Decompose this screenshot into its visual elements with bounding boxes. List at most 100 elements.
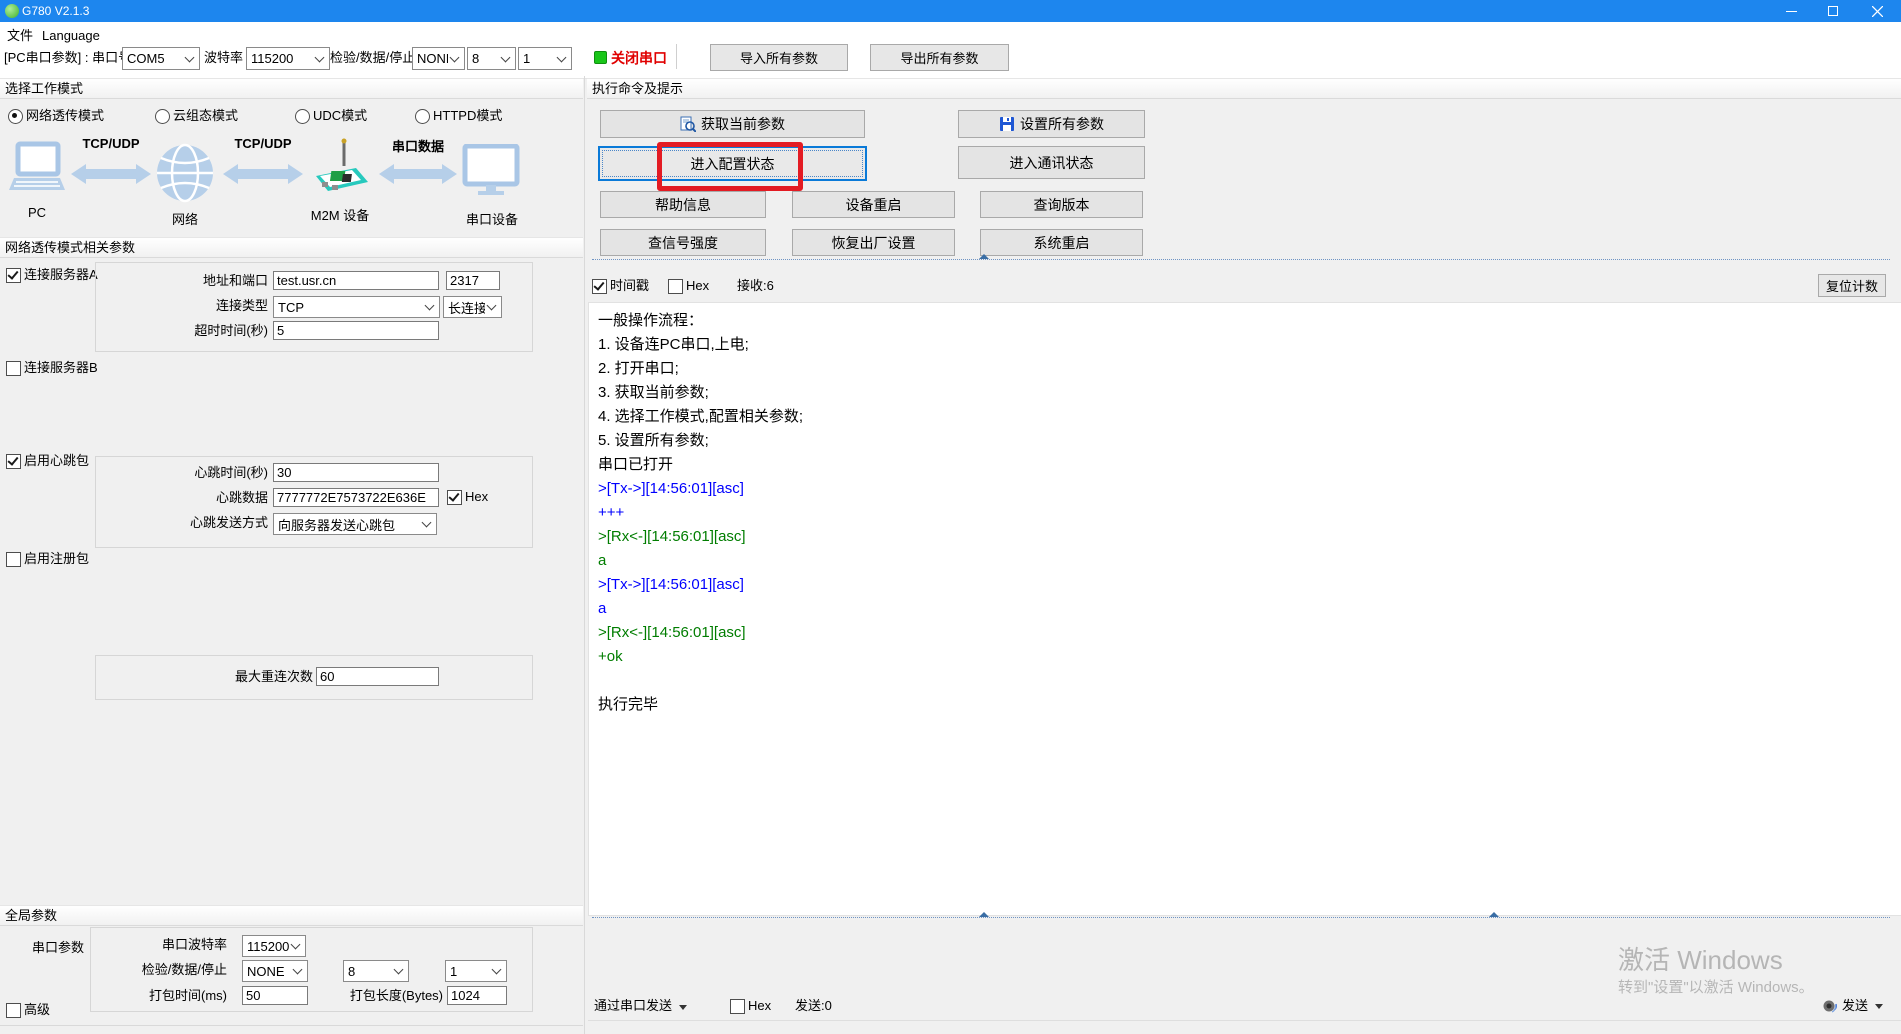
query-version-button[interactable]: 查询版本 bbox=[980, 191, 1143, 218]
advanced-checkbox[interactable] bbox=[6, 1003, 21, 1018]
toolbar-separator bbox=[676, 44, 677, 69]
menu-language[interactable]: Language bbox=[42, 27, 100, 45]
heartbeat-checkbox[interactable] bbox=[6, 454, 21, 469]
log-line: 执行完毕 bbox=[598, 693, 1892, 717]
log-line: 一般操作流程： bbox=[598, 309, 1892, 333]
factory-reset-button[interactable]: 恢复出厂设置 bbox=[792, 229, 955, 256]
radio-net-transparent[interactable] bbox=[8, 109, 23, 124]
minimize-button[interactable] bbox=[1772, 0, 1810, 22]
parity-label: 检验/数据/停止 bbox=[330, 48, 415, 68]
reset-count-button[interactable]: 复位计数 bbox=[1818, 274, 1886, 297]
server-a-checkbox[interactable] bbox=[6, 268, 21, 283]
heartbeat-time-input[interactable] bbox=[273, 463, 439, 482]
network-globe-icon bbox=[155, 143, 215, 206]
radio-cloud[interactable] bbox=[155, 109, 170, 124]
log-line: +++ bbox=[598, 501, 1892, 525]
reconnect-groupbox bbox=[95, 655, 533, 700]
heartbeat-label: 启用心跳包 bbox=[24, 451, 89, 471]
chevron-down-icon bbox=[555, 48, 571, 69]
com-port-select[interactable]: COM5 bbox=[122, 47, 200, 70]
baud-select[interactable]: 115200 bbox=[246, 47, 330, 70]
server-b-checkbox[interactable] bbox=[6, 361, 21, 376]
radio-httpd[interactable] bbox=[415, 109, 430, 124]
query-signal-button[interactable]: 查信号强度 bbox=[600, 229, 766, 256]
heartbeat-hex-checkbox[interactable] bbox=[447, 490, 462, 505]
send-hex-checkbox[interactable] bbox=[730, 999, 745, 1014]
heartbeat-data-label: 心跳数据 bbox=[148, 488, 268, 508]
log-hex-checkbox[interactable] bbox=[668, 279, 683, 294]
export-params-button[interactable]: 导出所有参数 bbox=[870, 44, 1009, 71]
global-stopbits-select[interactable]: 1 bbox=[445, 960, 507, 982]
link-label-serial: 串口数据 bbox=[380, 136, 456, 155]
windows-activate-watermark: 激活 Windows bbox=[1618, 940, 1783, 977]
stopbits-select[interactable]: 1 bbox=[518, 47, 572, 70]
send-button[interactable]: 发送 bbox=[1822, 996, 1883, 1016]
log-hex-label: Hex bbox=[686, 276, 709, 296]
chevron-down-icon bbox=[490, 961, 506, 981]
get-params-button[interactable]: 获取当前参数 bbox=[600, 110, 865, 138]
baud-label: 波特率 bbox=[204, 48, 243, 68]
send-via-dropdown[interactable]: 通过串口发送 bbox=[594, 996, 687, 1016]
log-line: 5. 设置所有参数; bbox=[598, 429, 1892, 453]
device-reboot-button[interactable]: 设备重启 bbox=[792, 191, 955, 218]
timestamp-label: 时间戳 bbox=[610, 276, 649, 296]
heartbeat-time-label: 心跳时间(秒) bbox=[148, 463, 268, 483]
chevron-down-icon bbox=[499, 48, 515, 69]
serial-device-icon bbox=[462, 144, 520, 201]
pack-len-input[interactable] bbox=[447, 986, 507, 1005]
server-a-port-input[interactable] bbox=[446, 271, 500, 290]
global-parity-select[interactable]: NONE bbox=[242, 960, 308, 982]
link-label-tcp2: TCP/UDP bbox=[224, 136, 302, 151]
node-label-serial-device: 串口设备 bbox=[451, 209, 533, 228]
minimize-icon bbox=[1786, 6, 1797, 17]
log-line: >[Tx->][14:56:01][asc] bbox=[598, 477, 1892, 501]
app-window: G780 V2.1.3 文件 Language [PC串口参数] : 串口号 C… bbox=[0, 0, 1901, 1034]
reconnect-input[interactable] bbox=[316, 667, 439, 686]
help-button[interactable]: 帮助信息 bbox=[600, 191, 766, 218]
parity-select[interactable]: NONE bbox=[412, 47, 465, 70]
close-button[interactable] bbox=[1858, 0, 1896, 22]
close-port-button[interactable]: 关闭串口 bbox=[611, 48, 667, 68]
chevron-down-icon bbox=[448, 48, 464, 69]
radio-httpd-label: HTTPD模式 bbox=[433, 106, 502, 126]
log-output[interactable]: 一般操作流程：1. 设备连PC串口,上电;2. 打开串口;3. 获取当前参数;4… bbox=[588, 302, 1901, 916]
databits-select[interactable]: 8 bbox=[467, 47, 516, 70]
heartbeat-mode-select[interactable]: 向服务器发送心跳包 bbox=[273, 513, 437, 535]
system-reboot-button[interactable]: 系统重启 bbox=[980, 229, 1143, 256]
register-checkbox[interactable] bbox=[6, 552, 21, 567]
enter-config-button[interactable]: 进入配置状态 bbox=[598, 146, 867, 181]
radio-net-transparent-label: 网络透传模式 bbox=[26, 106, 104, 126]
enter-comm-button[interactable]: 进入通讯状态 bbox=[958, 146, 1145, 179]
log-line: >[Tx->][14:56:01][asc] bbox=[598, 573, 1892, 597]
server-a-address-input[interactable] bbox=[273, 271, 439, 290]
timestamp-checkbox[interactable] bbox=[592, 279, 607, 294]
log-splitter-top[interactable] bbox=[592, 259, 1890, 264]
conn-type-select[interactable]: TCP bbox=[273, 296, 440, 318]
conn-mode-select[interactable]: 长连接 bbox=[443, 296, 502, 318]
maximize-button[interactable] bbox=[1814, 0, 1852, 22]
set-params-button[interactable]: 设置所有参数 bbox=[958, 110, 1145, 138]
log-line: 1. 设备连PC串口,上电; bbox=[598, 333, 1892, 357]
splitter-arrow-icon bbox=[979, 912, 989, 917]
chevron-down-icon bbox=[420, 514, 436, 534]
server-b-label: 连接服务器B bbox=[24, 358, 98, 378]
work-mode-header: 选择工作模式 bbox=[0, 78, 583, 99]
log-line: 3. 获取当前参数; bbox=[598, 381, 1892, 405]
chevron-down-icon bbox=[392, 961, 408, 981]
timeout-input[interactable] bbox=[273, 321, 439, 340]
arrow-pc-net-icon bbox=[70, 162, 152, 189]
menu-file[interactable]: 文件 bbox=[7, 27, 33, 45]
import-params-button[interactable]: 导入所有参数 bbox=[710, 44, 848, 71]
chevron-down-icon bbox=[485, 297, 501, 317]
radio-udc[interactable] bbox=[295, 109, 310, 124]
node-label-pc: PC bbox=[9, 205, 65, 220]
global-databits-select[interactable]: 8 bbox=[343, 960, 409, 982]
node-label-network: 网络 bbox=[155, 209, 215, 228]
log-splitter-bottom[interactable] bbox=[592, 917, 1890, 922]
pack-time-input[interactable] bbox=[242, 986, 308, 1005]
windows-activate-hint: 转到"设置"以激活 Windows。 bbox=[1618, 976, 1814, 997]
log-line: 4. 选择工作模式,配置相关参数; bbox=[598, 405, 1892, 429]
global-baud-select[interactable]: 115200 bbox=[242, 935, 306, 957]
close-icon bbox=[1872, 6, 1883, 17]
heartbeat-data-input[interactable] bbox=[273, 488, 439, 507]
